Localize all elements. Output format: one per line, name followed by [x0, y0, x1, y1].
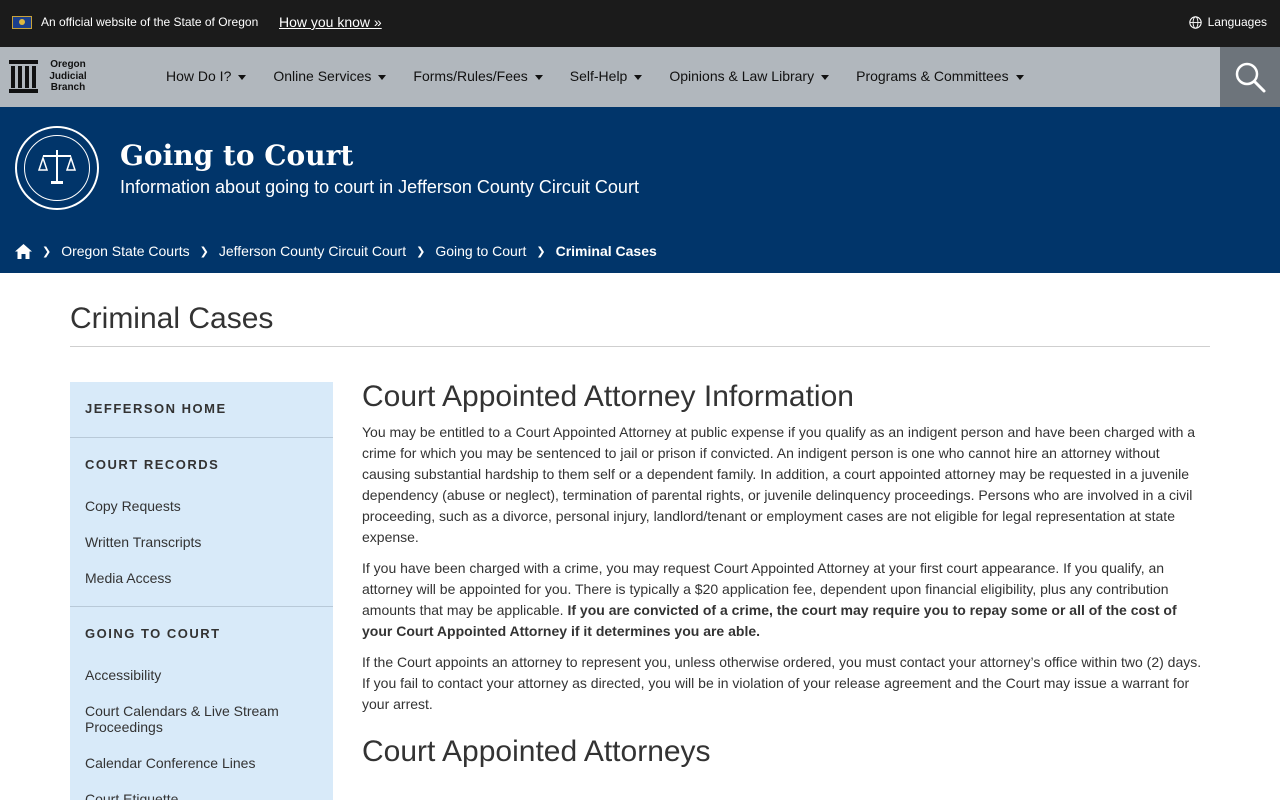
sidebar-heading-going-to-court[interactable]: GOING TO COURT	[70, 626, 333, 641]
paragraph-eligibility: You may be entitled to a Court Appointed…	[362, 424, 1196, 545]
oregon-flag-icon	[12, 16, 32, 29]
caret-down-icon	[378, 74, 387, 80]
sidebar-heading-court-records[interactable]: COURT RECORDS	[70, 457, 333, 472]
search-icon	[1235, 62, 1266, 93]
sidebar-jefferson-home[interactable]: JEFFERSON HOME	[70, 401, 333, 416]
main-navigation: Oregon Judicial Branch How Do I? Online …	[0, 47, 1280, 107]
hero-subtitle: Information about going to court in Jeff…	[120, 177, 639, 197]
breadcrumb-going-to-court[interactable]: Going to Court	[435, 243, 526, 259]
main-content: Court Appointed Attorney Information You…	[362, 380, 1210, 769]
page-title: Criminal Cases	[70, 302, 274, 335]
sidebar-nav: JEFFERSON HOME COURT RECORDS Copy Reques…	[70, 382, 333, 800]
paragraph-requesting-attorney: If you have been charged with a crime, y…	[362, 560, 1177, 639]
logo-text: Oregon Judicial Branch	[49, 59, 87, 93]
breadcrumb: ❯ Oregon State Courts ❯ Jefferson County…	[15, 243, 657, 259]
caret-down-icon	[821, 74, 830, 80]
hero-title: Going to Court	[120, 139, 354, 172]
sidebar-item-accessibility[interactable]: Accessibility	[70, 667, 333, 683]
caret-down-icon	[534, 74, 543, 80]
nav-opinions-law-library[interactable]: Opinions & Law Library	[669, 68, 830, 84]
courthouse-columns-icon	[9, 59, 38, 93]
how-you-know-link[interactable]: How you know »	[279, 14, 382, 30]
chevron-right-icon: ❯	[42, 245, 52, 258]
sidebar-item-court-etiquette[interactable]: Court Etiquette	[70, 791, 333, 800]
nav-self-help[interactable]: Self-Help	[570, 68, 643, 84]
breadcrumb-oregon-state-courts[interactable]: Oregon State Courts	[61, 243, 189, 259]
languages-label: Languages	[1207, 15, 1267, 29]
breadcrumb-current: Criminal Cases	[555, 243, 657, 259]
heading-court-appointed-attorneys: Court Appointed Attorneys	[362, 735, 711, 768]
caret-down-icon	[634, 74, 643, 80]
sidebar-item-media-access[interactable]: Media Access	[70, 570, 333, 586]
heading-court-appointed-attorney-information: Court Appointed Attorney Information	[362, 380, 854, 413]
globe-icon	[1188, 15, 1202, 29]
caret-down-icon	[1015, 74, 1024, 80]
nav-how-do-i[interactable]: How Do I?	[166, 68, 247, 84]
chevron-right-icon: ❯	[199, 245, 209, 258]
title-divider	[70, 346, 1210, 347]
nav-programs-committees[interactable]: Programs & Committees	[856, 68, 1024, 84]
sidebar-item-calendar-conference-lines[interactable]: Calendar Conference Lines	[70, 755, 333, 771]
home-icon[interactable]	[15, 243, 32, 259]
ojd-logo[interactable]: Oregon Judicial Branch	[9, 59, 90, 94]
judicial-department-seal-icon	[15, 126, 99, 210]
languages-button[interactable]: Languages	[1188, 15, 1267, 29]
chevron-right-icon: ❯	[536, 245, 546, 258]
paragraph-contact-attorney: If the Court appoints an attorney to rep…	[362, 654, 1202, 712]
search-button[interactable]	[1220, 47, 1280, 107]
breadcrumb-jefferson-county[interactable]: Jefferson County Circuit Court	[219, 243, 406, 259]
nav-online-services[interactable]: Online Services	[273, 68, 387, 84]
caret-down-icon	[238, 74, 247, 80]
official-website-text: An official website of the State of Oreg…	[41, 15, 259, 29]
sidebar-item-copy-requests[interactable]: Copy Requests	[70, 498, 333, 514]
sidebar-item-court-calendars[interactable]: Court Calendars & Live Stream Proceeding…	[70, 703, 333, 735]
page-hero: Going to Court Information about going t…	[0, 107, 1280, 273]
nav-forms-rules-fees[interactable]: Forms/Rules/Fees	[413, 68, 543, 84]
chevron-right-icon: ❯	[416, 245, 426, 258]
official-banner: An official website of the State of Oreg…	[0, 0, 1280, 47]
sidebar-item-written-transcripts[interactable]: Written Transcripts	[70, 534, 333, 550]
